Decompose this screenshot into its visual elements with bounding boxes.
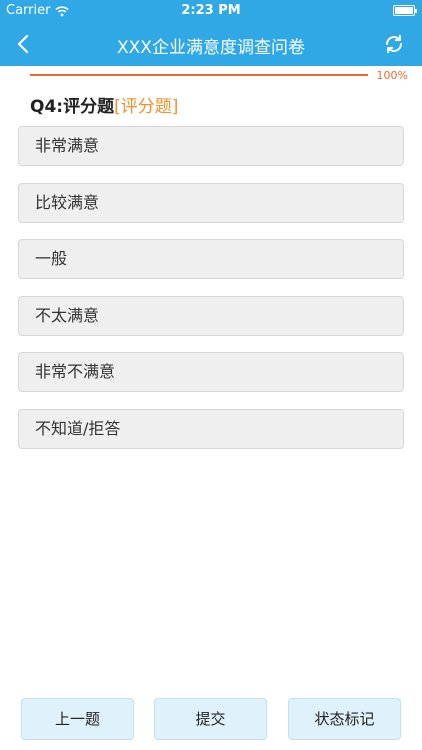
previous-question-button[interactable]: 上一题	[21, 698, 134, 740]
status-mark-button[interactable]: 状态标记	[288, 698, 401, 740]
status-bar: Carrier 2:23 PM	[0, 0, 422, 22]
option-fairly-satisfied[interactable]: 比较满意	[18, 182, 404, 223]
progress-percent: 100%	[376, 69, 408, 82]
submit-button[interactable]: 提交	[154, 698, 267, 740]
chevron-left-icon[interactable]	[12, 32, 36, 56]
option-not-very-satisfied[interactable]: 不太满意	[18, 295, 404, 336]
option-very-satisfied[interactable]: 非常满意	[18, 126, 404, 166]
question-type-tag: [评分题]	[114, 97, 179, 117]
page-title: XXX企业满意度调查问卷	[117, 38, 305, 58]
option-dont-know-refuse[interactable]: 不知道/拒答	[18, 408, 404, 449]
refresh-icon[interactable]	[382, 32, 406, 56]
answer-options: 非常满意 比较满意 一般 不太满意 非常不满意 不知道/拒答	[18, 126, 404, 465]
navigation-bar: XXX企业满意度调查问卷	[0, 22, 422, 66]
question-heading: Q4:评分题[评分题]	[30, 92, 178, 117]
question-number: Q4:评分题	[30, 97, 115, 117]
battery-icon	[393, 5, 417, 16]
progress-bar	[30, 74, 368, 76]
option-very-dissatisfied[interactable]: 非常不满意	[18, 352, 404, 392]
option-neutral[interactable]: 一般	[18, 239, 404, 279]
footer-toolbar: 上一题 提交 状态标记	[0, 698, 422, 742]
status-time: 2:23 PM	[181, 3, 241, 18]
